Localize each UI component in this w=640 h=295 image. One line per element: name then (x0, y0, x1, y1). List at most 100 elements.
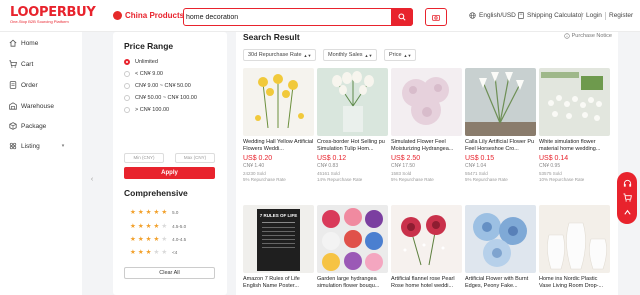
min-price-input[interactable]: Min (CNY) (124, 153, 164, 163)
headset-icon[interactable] (623, 179, 632, 188)
product-card[interactable]: Artificial Flower with Burnt Edges, Peon… (465, 205, 536, 290)
product-title[interactable]: Garden large hydrangea simulation flower… (317, 276, 388, 290)
star-icon: ★ (130, 236, 136, 243)
rating-filter-45[interactable]: ★ ★ ★ ★ ★ 4.5-5.0 (130, 222, 186, 230)
looperbuy-logo[interactable]: LOOPERBUY One-Stop B2B Sourcing Platform (10, 6, 106, 25)
product-card[interactable]: 7 RULES OF LIFE Amazon 7 Rules of Life E… (243, 205, 314, 290)
cart-icon[interactable] (622, 193, 632, 203)
sidebar-collapse-toggle[interactable]: ‹ (88, 170, 96, 188)
product-card[interactable]: Calla Lily Artificial Flower Pu Feel Hor… (465, 68, 536, 182)
sidebar-item-package[interactable]: Package (9, 122, 46, 130)
product-image[interactable] (317, 68, 388, 136)
category-label: China Products (125, 11, 185, 20)
category-select[interactable]: China Products ▾ (125, 11, 190, 20)
search-input[interactable] (186, 10, 391, 24)
product-price-usd: US$ 0.12 (317, 155, 347, 162)
product-image[interactable] (539, 205, 610, 273)
product-card[interactable]: White simulation flower material home we… (539, 68, 610, 182)
sidebar-label: Cart (21, 60, 34, 68)
product-price-cny: CN¥ 1.40 (243, 163, 265, 169)
login-link[interactable]: Login (586, 12, 602, 19)
product-image[interactable] (465, 205, 536, 273)
product-card[interactable]: Artificial flannel rose Pearl Rose home … (391, 205, 462, 290)
product-image[interactable] (391, 205, 462, 273)
product-image[interactable] (243, 68, 314, 136)
product-title[interactable]: White simulation flower material home we… (539, 139, 610, 153)
floating-toolbar (617, 172, 637, 224)
sort-price[interactable]: Price ▲▼ (384, 49, 417, 61)
product-repurchase-rate: 5% Repurchase Rate (465, 177, 508, 182)
product-card[interactable]: Cross-border Hot Selling pu Simulation T… (317, 68, 388, 182)
rating-label: 4.5-5.0 (172, 223, 187, 229)
sidebar-item-order[interactable]: Order (9, 81, 38, 89)
sidebar-label: Package (21, 122, 47, 130)
cart-icon (9, 60, 17, 68)
product-sold-count: 1583 Sold (391, 171, 412, 176)
price-option-50-100[interactable]: CN¥ 50.00 ~ CN¥ 100.00 (124, 95, 197, 101)
sidebar-label: Warehouse (21, 102, 54, 110)
product-image[interactable]: 7 RULES OF LIFE (243, 205, 314, 273)
max-price-input[interactable]: Max (CNY) (175, 153, 215, 163)
register-link[interactable]: Register (609, 12, 633, 19)
product-title[interactable]: Amazon 7 Rules of Life English Name Post… (243, 276, 314, 290)
image-search-button[interactable] (425, 8, 447, 26)
product-title[interactable]: Simulated Flower Feel Moisturizing Hydra… (391, 139, 462, 153)
product-price-cny: CN¥ 0.95 (539, 163, 561, 169)
product-title[interactable]: Artificial Flower with Burnt Edges, Peon… (465, 276, 536, 290)
shipping-calculator-link[interactable]: Shipping Calculator (518, 12, 583, 19)
back-to-top-icon[interactable] (623, 208, 632, 217)
price-option-unlimited[interactable]: Unlimited (124, 59, 158, 65)
star-icon: ★ (130, 209, 136, 216)
product-card[interactable]: Garden large hydrangea simulation flower… (317, 205, 388, 290)
star-icon: ★ (137, 249, 144, 256)
product-repurchase-rate: 10% Repurchase Rate (539, 177, 585, 182)
register-label: Register (609, 12, 634, 19)
product-price-usd: US$ 2.50 (391, 155, 421, 162)
sidebar-item-cart[interactable]: Cart (9, 60, 33, 68)
product-title[interactable]: Artificial flannel rose Pearl Rose home … (391, 276, 462, 290)
rating-filter-5[interactable]: ★ ★ ★ ★ ★ 5.0 (130, 208, 178, 216)
product-title[interactable]: Calla Lily Artificial Flower Pu Feel Hor… (465, 139, 536, 153)
language-selector[interactable]: English/USD (469, 12, 516, 19)
product-card[interactable]: Simulated Flower Feel Moisturizing Hydra… (391, 68, 462, 182)
poster-text: 7 RULES OF LIFE (259, 213, 298, 218)
product-title[interactable]: Home ins Nordic Plastic Vase Living Room… (539, 276, 610, 290)
divider (581, 12, 582, 20)
chevron-down-icon: ▾ (61, 143, 65, 149)
product-sold-count: 55471 Sold (465, 171, 488, 176)
product-title[interactable]: Wedding Hall Yellow Artificial Flowers W… (243, 139, 314, 153)
globe-icon (469, 12, 476, 19)
product-card[interactable]: Wedding Hall Yellow Artificial Flowers W… (243, 68, 314, 182)
purchase-notice-link[interactable]: Purchase Notice (563, 33, 612, 39)
price-option-under-9[interactable]: < CN¥ 9.00 (124, 71, 163, 77)
product-image[interactable] (391, 68, 462, 136)
rating-filter-40[interactable]: ★ ★ ★ ★ ★ 4.0-4.5 (130, 235, 186, 243)
price-option-over-100[interactable]: > CN¥ 100.00 (124, 107, 169, 113)
price-option-label: < CN¥ 9.00 (135, 71, 163, 77)
search-icon (398, 13, 406, 21)
product-image[interactable] (317, 205, 388, 273)
sidebar-item-warehouse[interactable]: Warehouse (9, 102, 54, 110)
product-image[interactable] (539, 68, 610, 136)
star-empty-icon: ★ (161, 236, 168, 243)
sidebar-item-home[interactable]: Home (9, 39, 38, 47)
sort-monthly-sales[interactable]: Monthly Sales ▲▼ (323, 49, 378, 61)
package-icon (9, 122, 17, 130)
star-empty-icon: ★ (161, 223, 168, 230)
clear-all-button[interactable]: Clear All (124, 267, 215, 279)
product-image[interactable] (465, 68, 536, 136)
rating-filter-under4[interactable]: ★ ★ ★ ★ ★ <4 (130, 248, 177, 256)
price-option-label: > CN¥ 100.00 (135, 107, 170, 113)
notice-label: Purchase Notice (571, 33, 612, 39)
product-card[interactable]: Home ins Nordic Plastic Vase Living Room… (539, 205, 610, 290)
product-price-cny: CN¥ 0.83 (317, 163, 339, 169)
product-title[interactable]: Cross-border Hot Selling pu Simulation T… (317, 139, 388, 153)
sort-repurchase-rate[interactable]: 30d Repurchase Rate ▲▼ (243, 49, 317, 61)
search-box (183, 8, 413, 26)
apply-button[interactable]: Apply (124, 167, 215, 179)
price-option-9-50[interactable]: CN¥ 9.00 ~ CN¥ 50.00 (124, 83, 191, 89)
search-button[interactable] (391, 8, 413, 26)
sidebar-item-listing[interactable]: Listing ▾ (9, 142, 64, 150)
star-icon: ★ (145, 249, 152, 256)
star-icon: ★ (145, 236, 152, 243)
